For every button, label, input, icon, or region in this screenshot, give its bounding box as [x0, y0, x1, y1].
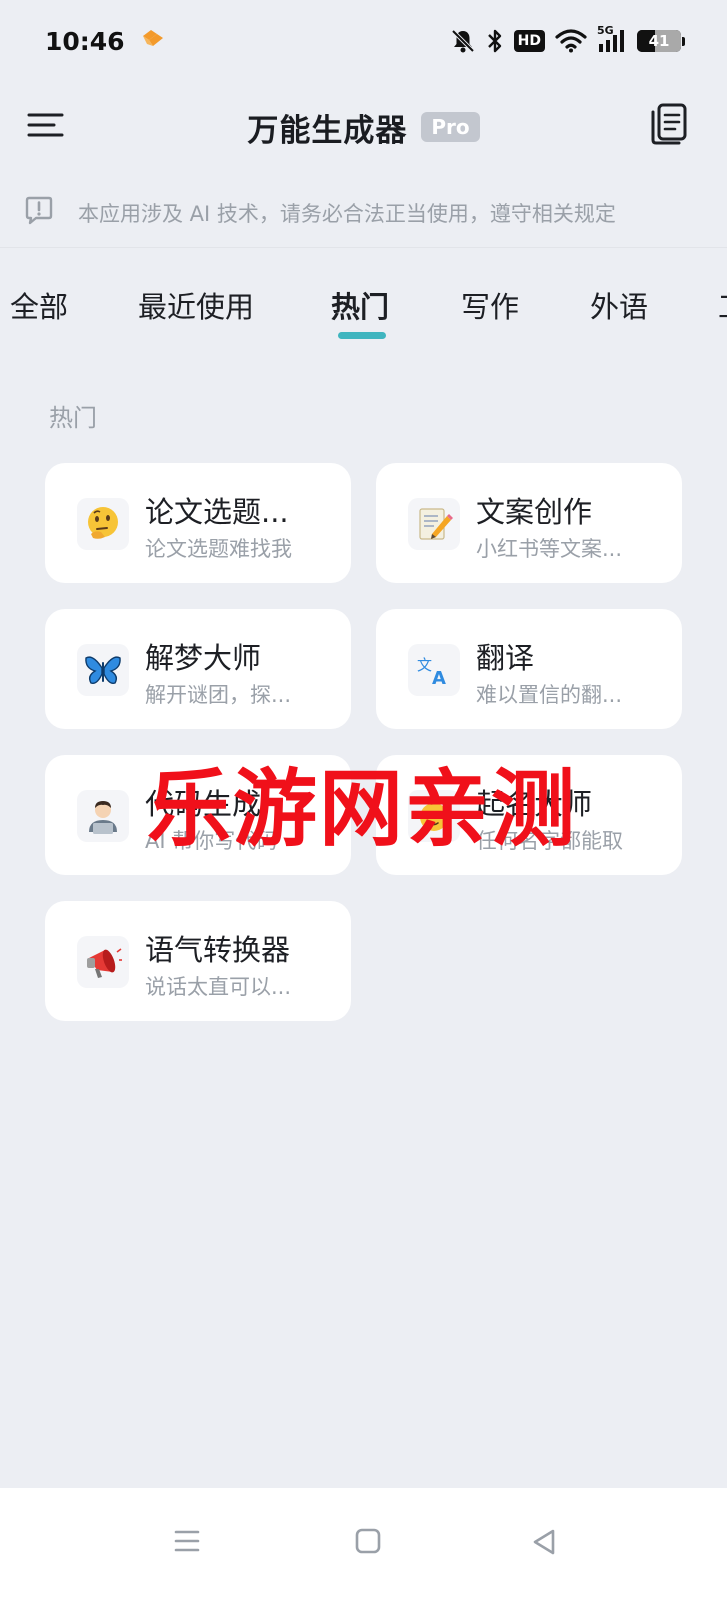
card-subtitle: 小红书等文案... [476, 537, 623, 561]
status-left: 10:46 [45, 27, 165, 56]
status-right: HD 5G 41 [450, 24, 685, 54]
hd-icon: HD [513, 30, 545, 52]
card-title: 解梦大师 [145, 641, 262, 675]
app-logo-icon [139, 28, 165, 54]
app-header: 万能生成器 Pro [0, 82, 727, 172]
status-time: 10:46 [45, 26, 125, 56]
svg-text:文: 文 [417, 656, 432, 674]
thinking-face-icon [77, 498, 129, 550]
tab-writing[interactable]: 写作 [461, 284, 519, 326]
card-subtitle: 解开谜团，探... [145, 683, 292, 707]
svg-text:A: A [432, 668, 446, 689]
butterfly-icon [77, 644, 129, 696]
megaphone-icon [77, 936, 129, 988]
tab-hot[interactable]: 热门 [331, 284, 389, 326]
home-icon[interactable] [355, 1528, 381, 1558]
card-title: 语气转换器 [145, 933, 291, 967]
card-title: 翻译 [476, 641, 535, 675]
system-nav-bar [0, 1488, 727, 1600]
card-copywriting[interactable]: 文案创作 小红书等文案... [376, 463, 682, 583]
translate-icon: 文 A [408, 644, 460, 696]
title-wrap: 万能生成器 Pro [247, 105, 480, 150]
menu-icon[interactable] [26, 106, 66, 146]
back-icon[interactable] [531, 1528, 557, 1560]
battery-level: 41 [648, 32, 670, 50]
card-translation[interactable]: 文 A 翻译 难以置信的翻... [376, 609, 682, 729]
card-title: 论文选题... [145, 495, 289, 529]
card-subtitle: 论文选题难找我 [145, 537, 292, 561]
technologist-icon [77, 790, 129, 842]
card-tone-converter[interactable]: 语气转换器 说话太直可以... [45, 901, 351, 1021]
tab-all[interactable]: 全部 [10, 284, 68, 326]
memo-pencil-icon [408, 498, 460, 550]
network-label: 5G [597, 24, 614, 37]
battery-icon: 41 [637, 30, 685, 52]
status-bar: 10:46 HD 5G 41 [0, 0, 727, 82]
recents-icon[interactable] [174, 1528, 200, 1558]
pro-badge: Pro [421, 112, 480, 142]
tab-recent[interactable]: 最近使用 [138, 284, 254, 326]
battery-body: 41 [637, 30, 681, 52]
tab-tools[interactable]: 工 [718, 284, 727, 326]
wifi-icon [555, 29, 587, 53]
ai-notice: 本应用涉及 AI 技术，请务必合法正当使用，遵守相关规定 [0, 178, 727, 248]
page-title: 万能生成器 [247, 112, 408, 149]
tab-foreign-language[interactable]: 外语 [590, 284, 648, 326]
card-title: 文案创作 [476, 495, 593, 529]
info-message-icon [24, 196, 54, 230]
section-title: 热门 [49, 404, 97, 432]
category-tabs: 全部 最近使用 热门 写作 外语 工 [0, 262, 727, 352]
watermark-text: 乐游网亲测 [147, 760, 578, 858]
document-list-icon[interactable] [649, 102, 689, 146]
notice-text: 本应用涉及 AI 技术，请务必合法正当使用，遵守相关规定 [78, 201, 616, 226]
card-subtitle: 难以置信的翻... [476, 683, 623, 707]
active-tab-indicator [338, 332, 386, 339]
signal-5g-icon: 5G [597, 24, 627, 54]
card-thesis-topic[interactable]: 论文选题... 论文选题难找我 [45, 463, 351, 583]
bluetooth-icon [486, 28, 504, 54]
mute-bell-icon [450, 28, 476, 54]
card-subtitle: 说话太直可以... [145, 975, 292, 999]
card-dream-interpretation[interactable]: 解梦大师 解开谜团，探... [45, 609, 351, 729]
